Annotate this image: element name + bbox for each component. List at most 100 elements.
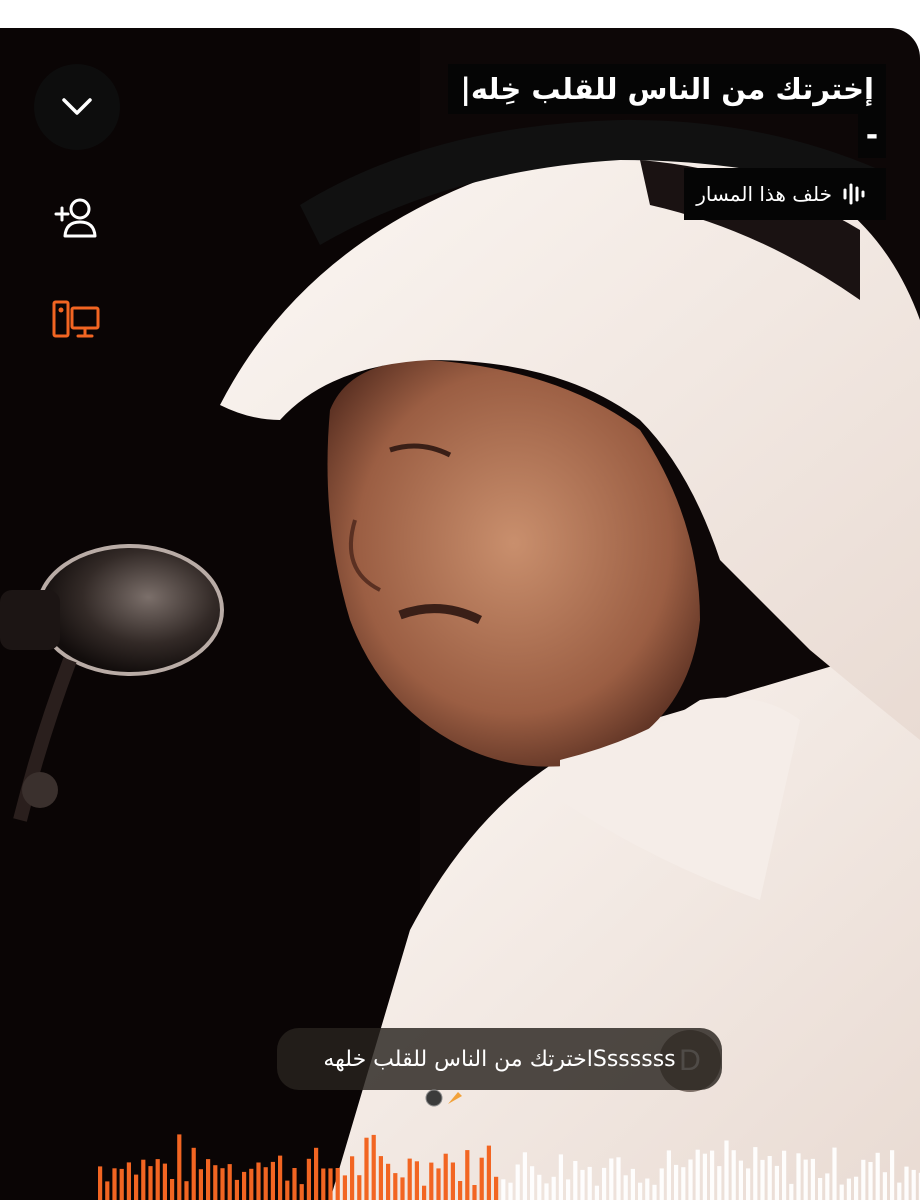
waveform-bar	[774, 1165, 779, 1200]
waveform-bar	[710, 1150, 715, 1200]
waveform-bar	[717, 1166, 722, 1200]
waveform-bar	[753, 1147, 758, 1200]
waveform-bar	[573, 1161, 578, 1200]
waveform-icon	[843, 183, 865, 205]
waveform-bar-played	[393, 1173, 398, 1200]
waveform-bar-played	[126, 1162, 131, 1200]
waveform-bar	[738, 1160, 743, 1200]
behind-track-button[interactable]: خلف هذا المسار	[684, 168, 886, 220]
waveform-bar	[616, 1157, 621, 1200]
waveform-bar-played	[407, 1158, 412, 1200]
waveform-bar	[674, 1164, 679, 1200]
waveform-bar-played	[177, 1134, 182, 1200]
waveform-bar-played	[134, 1174, 139, 1200]
artist-name[interactable]: -	[858, 114, 886, 158]
waveform-bar	[544, 1183, 549, 1200]
waveform-bar	[659, 1168, 664, 1200]
waveform-bar-played	[371, 1134, 376, 1200]
waveform-bar-played	[450, 1162, 455, 1200]
waveform-bar-played	[148, 1166, 153, 1200]
devices-button[interactable]	[50, 294, 102, 346]
waveform-bar-played	[256, 1162, 261, 1200]
waveform-bar	[515, 1164, 520, 1200]
waveform-bar	[760, 1159, 765, 1200]
waveform-bar	[566, 1179, 571, 1200]
waveform-bar	[904, 1166, 909, 1200]
waveform-bar	[594, 1185, 599, 1200]
waveform-bar-played	[184, 1181, 189, 1200]
waveform-bar	[731, 1150, 736, 1200]
waveform-bar-played	[465, 1150, 470, 1200]
waveform-bar-played	[278, 1155, 283, 1200]
waveform-bar	[602, 1167, 607, 1200]
waveform-bar-played	[234, 1179, 239, 1200]
waveform-bar	[897, 1182, 902, 1200]
waveform-bar	[875, 1152, 880, 1200]
follow-artist-button[interactable]	[50, 192, 102, 244]
waveform-bar-played	[263, 1167, 268, 1200]
waveform-bar	[609, 1158, 614, 1200]
waveform-bar	[558, 1154, 563, 1200]
waveform-bar	[861, 1159, 866, 1200]
track-title[interactable]: إخترتك من الناس للقلب خِله|	[448, 64, 886, 114]
waveform-bar	[839, 1184, 844, 1200]
now-playing-screen: إخترتك من الناس للقلب خِله| - خلف هذا ال…	[0, 0, 920, 1200]
waveform-bar	[645, 1178, 650, 1200]
waveform-bar-played	[472, 1185, 477, 1200]
comment-markers	[425, 1089, 462, 1107]
waveform-bar	[623, 1175, 628, 1200]
waveform-bar	[832, 1147, 837, 1200]
waveform-bar	[501, 1179, 506, 1200]
collapse-button[interactable]	[34, 64, 120, 150]
waveform-bar	[695, 1149, 700, 1200]
waveform-bar-played	[220, 1168, 225, 1200]
waveform-bar-played	[206, 1159, 211, 1200]
waveform-bar	[810, 1158, 815, 1200]
devices-icon	[52, 300, 100, 338]
waveform-bar-played	[112, 1168, 117, 1200]
waveform-bar	[796, 1153, 801, 1200]
waveform-bar-played	[494, 1176, 499, 1200]
waveform-bar	[789, 1183, 794, 1200]
waveform-bar-played	[350, 1156, 355, 1200]
timed-comment[interactable]: اخترتك من الناس للقلب خلههSssssss	[277, 1028, 722, 1090]
waveform-bar-played	[400, 1177, 405, 1200]
waveform-bar	[522, 1152, 527, 1200]
waveform-bar	[825, 1173, 830, 1200]
waveform-bar-played	[242, 1171, 247, 1200]
waveform-bar	[782, 1150, 787, 1200]
waveform-bar	[530, 1166, 535, 1200]
waveform-bar-played	[364, 1137, 369, 1200]
waveform-bar	[630, 1168, 635, 1200]
waveform-bar-played	[422, 1185, 427, 1200]
waveform-bar	[854, 1176, 859, 1200]
waveform-bar-played	[321, 1168, 326, 1200]
waveform-bar	[551, 1176, 556, 1200]
waveform-bar	[681, 1167, 686, 1200]
waveform-bar-played	[414, 1161, 419, 1200]
waveform-bar-played	[285, 1180, 290, 1200]
waveform-scrubber[interactable]	[0, 1130, 920, 1200]
waveform-bar	[537, 1174, 542, 1200]
waveform-bar	[688, 1159, 693, 1200]
waveform-bar-played	[299, 1184, 304, 1200]
waveform-bar-played	[270, 1161, 275, 1200]
waveform-bar-played	[105, 1181, 110, 1200]
waveform-bar	[882, 1172, 887, 1200]
waveform-bar	[666, 1150, 671, 1200]
waveform-bar	[746, 1168, 751, 1200]
waveform-bar-played	[155, 1159, 160, 1200]
waveform-bar-played	[335, 1168, 340, 1200]
waveform-bar-played	[227, 1164, 232, 1200]
waveform-bar	[508, 1182, 513, 1200]
waveform-bar-played	[119, 1168, 124, 1200]
waveform-bar	[724, 1140, 729, 1200]
waveform-bar-played	[292, 1168, 297, 1200]
track-info: إخترتك من الناس للقلب خِله| - خلف هذا ال…	[448, 64, 886, 220]
waveform-bar-played	[249, 1168, 254, 1200]
waveform-bar-played	[436, 1168, 441, 1200]
waveform-bar-played	[378, 1156, 383, 1200]
waveform-bar	[702, 1153, 707, 1200]
waveform-bar-played	[198, 1169, 203, 1200]
waveform-bar	[767, 1156, 772, 1200]
